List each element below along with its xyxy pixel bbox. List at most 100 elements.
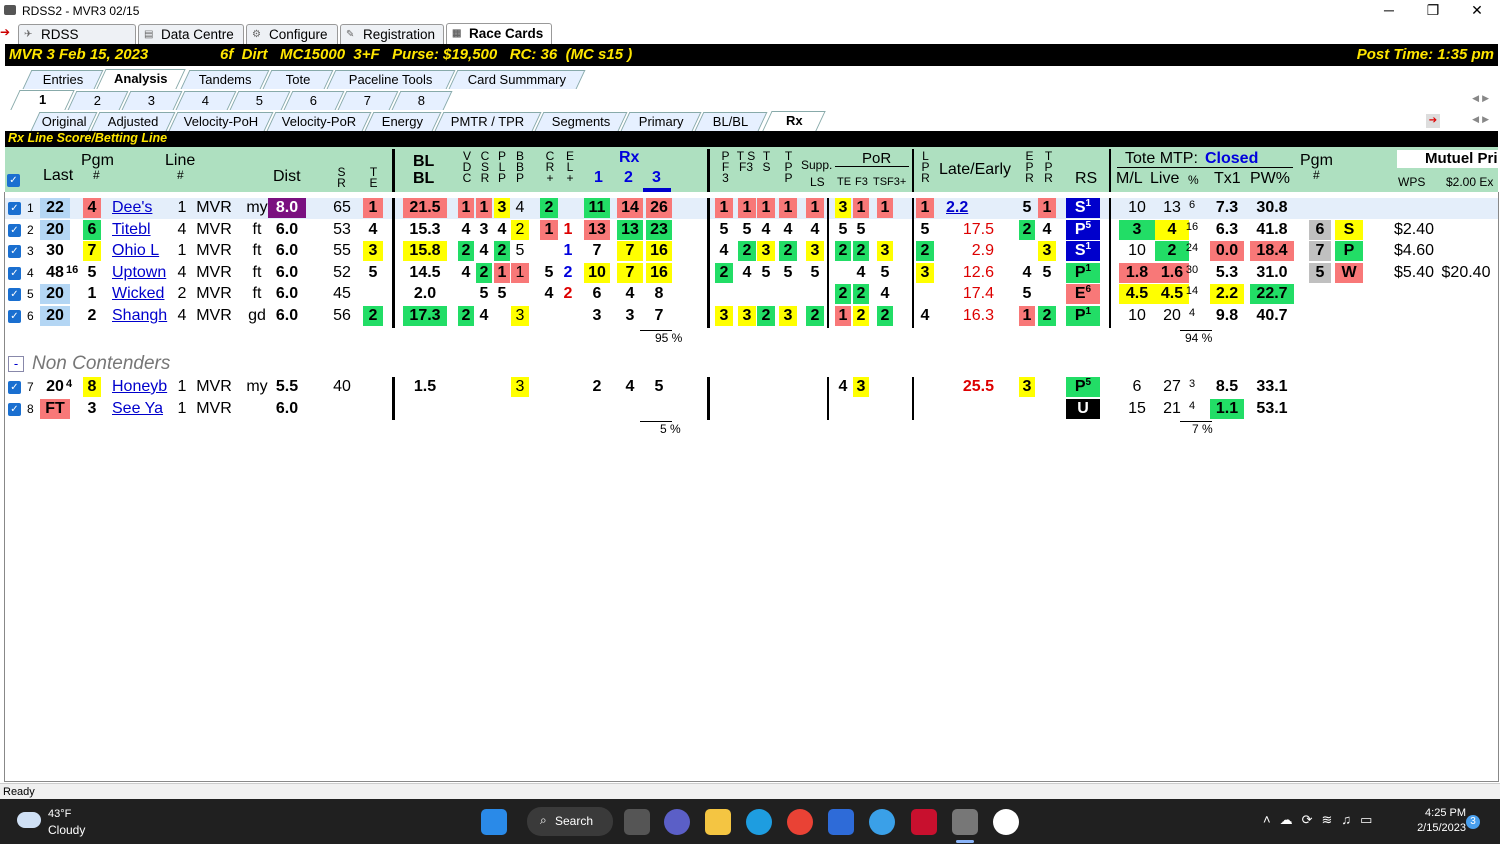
tab-velocity-poh[interactable]: Velocity-PoH <box>168 112 274 131</box>
race-tab-scroll-arrows[interactable]: ◀▶ <box>1472 93 1492 104</box>
col-tsf3plus: TSF3+ <box>873 176 907 188</box>
col-csr: C S R <box>480 149 490 185</box>
tab-energy[interactable]: Energy <box>364 112 442 131</box>
col-pgm2: Pgm <box>1300 152 1333 169</box>
col-vdc: V D C <box>462 149 472 185</box>
race-conditions: 6f Dirt MC15000 3+F Purse: $19,500 RC: 3… <box>220 46 633 63</box>
tab-race-4[interactable]: 4 <box>175 91 237 110</box>
close-button[interactable]: ✕ <box>1455 0 1499 22</box>
tab-configure[interactable]: ⚙ Configure <box>246 24 338 45</box>
col-pgm: Pgm <box>81 152 114 169</box>
tab-original[interactable]: Original <box>30 112 98 131</box>
col-lpr: L P R <box>921 149 930 185</box>
chat-icon[interactable] <box>664 809 690 835</box>
tab-race-6[interactable]: 6 <box>283 91 345 110</box>
col-tpr: T P R <box>1044 149 1053 185</box>
tab-race-8[interactable]: 8 <box>391 91 453 110</box>
store-icon[interactable] <box>828 809 854 835</box>
tab-tote[interactable]: Tote <box>262 70 334 89</box>
divider <box>392 149 395 192</box>
col-pct: % <box>1188 173 1199 187</box>
tab-data-centre[interactable]: ▤ Data Centre <box>138 24 244 45</box>
tote-underline <box>1117 167 1293 168</box>
rdss-app-icon[interactable] <box>952 809 978 835</box>
col-rx: Rx <box>619 149 640 166</box>
tab-race-2[interactable]: 2 <box>67 91 129 110</box>
divider <box>707 149 710 192</box>
window-titlebar: RDSS2 - MVR3 02/15 ─ ❐ ✕ <box>0 0 1500 22</box>
weather-temp[interactable]: 43°F <box>48 808 71 820</box>
tab-adjusted[interactable]: Adjusted <box>90 112 176 131</box>
clock-date[interactable]: 2/15/2023 <box>1406 822 1466 834</box>
tote-mtp-label: Tote MTP: <box>1125 150 1198 167</box>
tab-tandems[interactable]: Tandems <box>180 70 270 89</box>
chatgpt-icon[interactable] <box>993 809 1019 835</box>
edge-icon[interactable] <box>746 809 772 835</box>
race-track: MVR 3 Feb 15, 2023 <box>9 46 149 63</box>
tote-status: Closed <box>1205 150 1259 167</box>
column-header: ✓ Last Pgm # Line # Dist S R T E BL BL V… <box>5 147 1498 192</box>
tab-primary[interactable]: Primary <box>620 112 702 131</box>
help-icon[interactable] <box>869 809 895 835</box>
tab-rx[interactable]: Rx <box>762 111 826 131</box>
database-icon: ▤ <box>144 29 154 40</box>
col-epr: E P R <box>1025 149 1034 185</box>
divider <box>912 149 914 192</box>
tab-paceline-tools[interactable]: Paceline Tools <box>326 70 456 89</box>
minimize-button[interactable]: ─ <box>1367 0 1411 22</box>
tab-race-1[interactable]: 1 <box>10 90 75 110</box>
chrome-icon[interactable] <box>787 809 813 835</box>
col-r: R <box>337 176 346 190</box>
mcafee-icon[interactable] <box>911 809 937 835</box>
clock-time[interactable]: 4:25 PM <box>1410 807 1466 819</box>
maximize-button[interactable]: ❐ <box>1411 0 1455 22</box>
col-tsf3: T S F3 <box>736 149 756 174</box>
col-supp: Supp. <box>801 158 833 172</box>
gear-icon: ⚙ <box>252 29 261 40</box>
race-header: MVR 3 Feb 15, 2023 6f Dirt MC15000 3+F P… <box>5 44 1498 66</box>
col-el: E L + <box>565 149 574 185</box>
app-icon <box>4 5 16 15</box>
tab-segments[interactable]: Segments <box>534 112 628 131</box>
windows-start-icon[interactable] <box>481 809 507 835</box>
tray-icons[interactable]: ˄☁⟳≋♫▭ <box>1263 812 1381 828</box>
col-pw: PW% <box>1250 170 1290 187</box>
col-bl2: BL <box>413 170 435 187</box>
sub-tab-scroll-arrows[interactable]: ◀▶ <box>1472 114 1492 125</box>
tab-race-3[interactable]: 3 <box>121 91 183 110</box>
weather-condition[interactable]: Cloudy <box>48 823 85 837</box>
tab-registration[interactable]: ✎ Registration <box>340 24 444 45</box>
col-pgm2-hash: # <box>1313 168 1320 182</box>
tab-race-7[interactable]: 7 <box>337 91 399 110</box>
select-all-checkbox[interactable]: ✓ <box>7 174 20 187</box>
col-por: PoR <box>862 150 892 167</box>
col-ml: M/L <box>1116 170 1143 187</box>
tab-race-cards[interactable]: ▦ Race Cards <box>446 23 552 45</box>
tab-entries[interactable]: Entries <box>22 70 104 89</box>
col-pgm-hash: # <box>93 168 100 182</box>
tab-pmtr-tpr[interactable]: PMTR / TPR <box>434 112 542 131</box>
col-ls: LS <box>810 175 825 189</box>
post-time: Post Time: 1:35 pm <box>1356 46 1494 63</box>
view-tabs: Entries Analysis Tandems Tote Paceline T… <box>5 69 1498 89</box>
col-last: Last <box>43 167 74 184</box>
arrow-icon: ➔ <box>0 25 11 39</box>
tab-velocity-por[interactable]: Velocity-PoR <box>266 112 372 131</box>
search-icon: ⌕ <box>540 813 547 827</box>
export-icon[interactable]: ➔ <box>1426 114 1440 128</box>
col-pf3: P F 3 <box>721 149 730 185</box>
task-view-icon[interactable] <box>624 809 650 835</box>
tab-bl-bl[interactable]: BL/BL <box>694 112 768 131</box>
sub-tabs: Original Adjusted Velocity-PoH Velocity-… <box>5 111 1498 131</box>
tab-rdss-desktop[interactable]: ✈RDSS Desktop <box>18 24 136 61</box>
col-f3: F3 <box>855 176 868 188</box>
file-explorer-icon[interactable] <box>705 809 731 835</box>
tab-card-summary[interactable]: Card Summmary <box>448 70 586 89</box>
col-tx1: Tx1 <box>1214 170 1241 187</box>
active-app-indicator <box>956 840 974 843</box>
col-bl: BL <box>413 153 435 170</box>
tab-race-5[interactable]: 5 <box>229 91 291 110</box>
notification-badge[interactable]: 3 <box>1466 815 1480 829</box>
col-cr: C R + <box>545 149 555 185</box>
tab-analysis[interactable]: Analysis <box>96 69 186 89</box>
